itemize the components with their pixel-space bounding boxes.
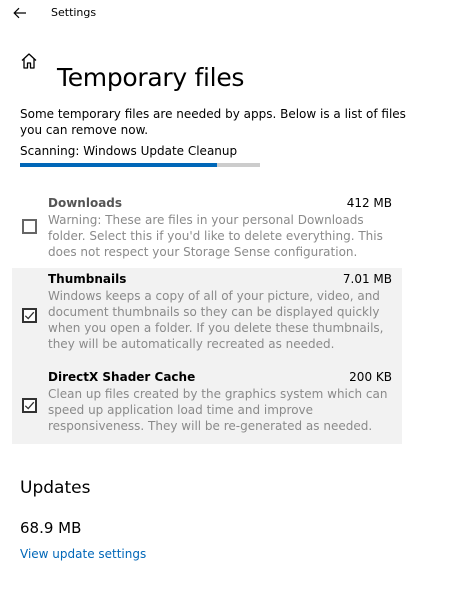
page-header: Temporary files <box>0 44 474 92</box>
item-name: Thumbnails <box>48 272 127 286</box>
checkmark-icon <box>24 401 35 410</box>
thumbnails-checkbox[interactable] <box>22 308 37 323</box>
downloads-checkbox[interactable] <box>22 219 37 234</box>
item-description: Windows keeps a copy of all of your pict… <box>48 289 384 351</box>
item-size: 412 MB <box>346 196 392 210</box>
window-title: Settings <box>51 6 97 19</box>
checkmark-icon <box>24 311 35 320</box>
file-item-thumbnails[interactable]: Thumbnails 7.01 MB Windows keeps a copy … <box>12 268 402 366</box>
item-size: 7.01 MB <box>342 272 392 286</box>
page-title: Temporary files <box>57 62 245 92</box>
item-name: Downloads <box>48 196 123 210</box>
scan-status-text: Scanning: Windows Update Cleanup <box>20 144 238 158</box>
file-item-downloads[interactable]: Downloads 412 MB Warning: These are file… <box>12 192 402 262</box>
settings-window: Settings Temporary files Some temporary … <box>0 0 474 600</box>
updates-size: 68.9 MB <box>20 519 82 537</box>
scan-progress-bar <box>20 163 260 167</box>
view-update-settings-link[interactable]: View update settings <box>20 547 146 561</box>
directx-shader-cache-checkbox[interactable] <box>22 398 37 413</box>
back-button[interactable] <box>10 4 30 22</box>
updates-section-title: Updates <box>20 478 91 498</box>
item-description: Clean up files created by the graphics s… <box>48 387 388 433</box>
home-icon <box>21 53 37 69</box>
back-arrow-icon <box>13 7 26 19</box>
scan-progress-fill <box>20 163 217 167</box>
item-description: Warning: These are files in your persona… <box>48 213 383 259</box>
title-bar: Settings <box>0 0 474 26</box>
item-name: DirectX Shader Cache <box>48 370 196 384</box>
file-item-directx-shader-cache[interactable]: DirectX Shader Cache 200 KB Clean up fil… <box>12 366 402 444</box>
item-size: 200 KB <box>349 370 392 384</box>
page-description: Some temporary files are needed by apps.… <box>20 107 406 137</box>
